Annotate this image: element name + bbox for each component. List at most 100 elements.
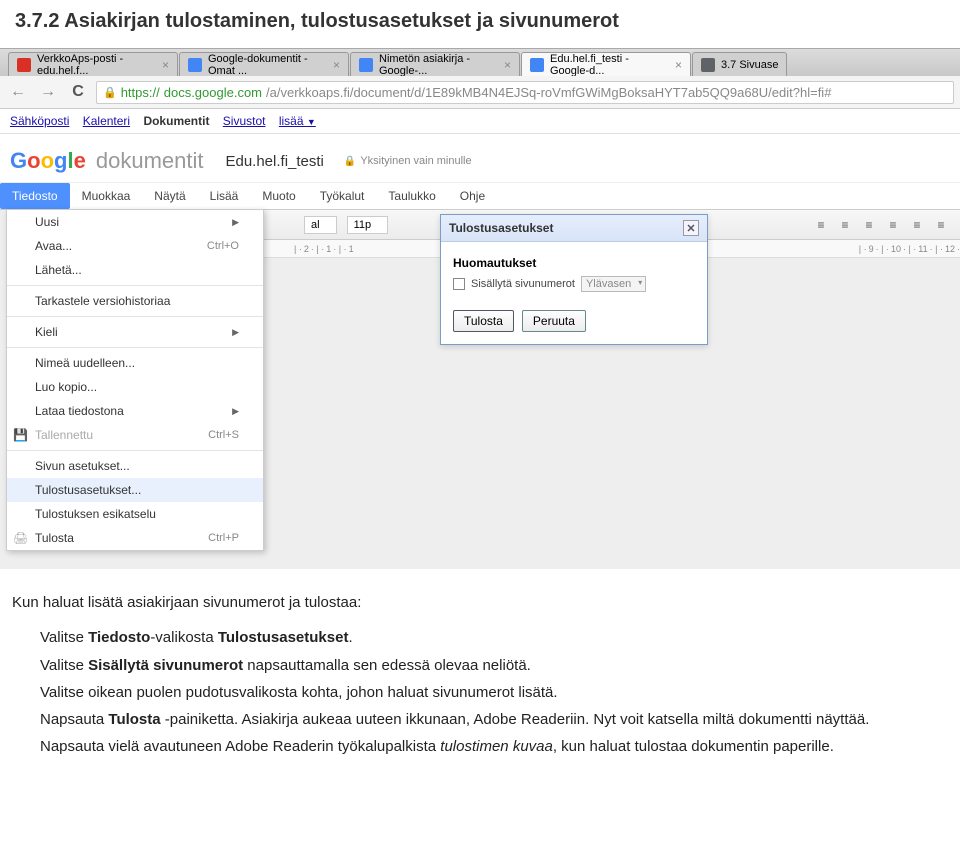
- menu-item-print-settings[interactable]: Tulostusasetukset...: [7, 478, 263, 502]
- page-icon: [701, 58, 715, 72]
- indent-decrease-icon[interactable]: ≡: [812, 217, 830, 233]
- gmail-icon: [17, 58, 31, 72]
- address-bar: ← → C 🔒 https:// docs.google.com/a/verkko…: [0, 76, 960, 109]
- tab-label: VerkkoAps-posti - edu.hel.f...: [37, 53, 156, 77]
- section-heading: 3.7.2 Asiakirjan tulostaminen, tulostusa…: [0, 0, 960, 48]
- chevron-right-icon: ▶: [232, 406, 239, 417]
- tab-label: 3.7 Sivuase: [721, 59, 778, 71]
- link-calendar[interactable]: Kalenteri: [83, 114, 130, 128]
- browser-tabbar: VerkkoAps-posti - edu.hel.f... × Google-d…: [0, 49, 960, 76]
- gdocs-icon: [530, 58, 544, 72]
- menu-item-send[interactable]: Lähetä...: [7, 258, 263, 282]
- menu-item-history[interactable]: Tarkastele versiohistoriaa: [7, 289, 263, 313]
- app-links: Sähköposti Kalenteri Dokumentit Sivustot…: [0, 109, 960, 134]
- menu-item-print-preview[interactable]: Tulostuksen esikatselu: [7, 502, 263, 526]
- lock-icon: 🔒: [103, 86, 117, 99]
- url-host: docs.google.com: [164, 85, 262, 100]
- print-button[interactable]: Tulosta: [453, 310, 514, 332]
- privacy-label: Yksityinen vain minulle: [360, 155, 471, 167]
- shortcut-label: Ctrl+O: [207, 240, 239, 252]
- save-icon: 💾: [13, 428, 28, 442]
- document-title[interactable]: Edu.hel.fi_testi: [225, 153, 323, 170]
- print-settings-dialog: Tulostusasetukset ✕ Huomautukset Sisälly…: [440, 214, 708, 345]
- back-button[interactable]: ←: [6, 80, 30, 104]
- list-item: 2.Valitse Sisällytä sivunumerot napsautt…: [12, 654, 948, 677]
- url-path: /a/verkkoaps.fi/document/d/1E89kMB4N4EJS…: [266, 85, 831, 100]
- menu-item-download[interactable]: Lataa tiedostona▶: [7, 399, 263, 423]
- google-logo: Google: [10, 148, 86, 174]
- menu-item-language[interactable]: Kieli▶: [7, 320, 263, 344]
- app-name: dokumentit: [96, 148, 204, 174]
- menu-separator: [7, 450, 263, 451]
- browser-tab-active[interactable]: Edu.hel.fi_testi - Google-d... ×: [521, 52, 691, 76]
- align-left-icon[interactable]: ≡: [860, 217, 878, 233]
- menu-file[interactable]: Tiedosto: [0, 183, 70, 209]
- browser-tab[interactable]: Google-dokumentit - Omat ... ×: [179, 52, 349, 76]
- style-select[interactable]: al: [304, 216, 337, 234]
- dialog-section-label: Huomautukset: [453, 256, 695, 270]
- browser-tab[interactable]: 3.7 Sivuase: [692, 52, 787, 76]
- browser-tab[interactable]: Nimetön asiakirja - Google-...×: [350, 52, 520, 76]
- list-item: 3.Valitse oikean puolen pudotusvalikosta…: [12, 681, 948, 704]
- close-icon[interactable]: ×: [333, 58, 340, 72]
- menubar: Tiedosto Muokkaa Näytä Lisää Muoto Työka…: [0, 182, 960, 209]
- lock-icon: 🔒: [344, 156, 356, 167]
- dialog-title: Tulostusasetukset: [449, 221, 553, 235]
- file-menu-dropdown: Uusi▶ Avaa...Ctrl+O Lähetä... Tarkastele…: [6, 209, 264, 551]
- menu-format[interactable]: Muoto: [250, 183, 307, 209]
- menu-item-new[interactable]: Uusi▶: [7, 210, 263, 234]
- list-item: 5.Napsauta vielä avautuneen Adobe Reader…: [12, 735, 948, 758]
- align-right-icon[interactable]: ≡: [908, 217, 926, 233]
- menu-item-page-setup[interactable]: Sivun asetukset...: [7, 454, 263, 478]
- fontsize-select[interactable]: 11p: [347, 216, 389, 234]
- tab-label: Google-dokumentit - Omat ...: [208, 53, 327, 77]
- shortcut-label: Ctrl+P: [208, 532, 239, 544]
- browser-window: VerkkoAps-posti - edu.hel.f... × Google-d…: [0, 48, 960, 569]
- checkbox-label: Sisällytä sivunumerot: [471, 278, 575, 290]
- instructions-text: Kun haluat lisätä asiakirjaan sivunumero…: [0, 569, 960, 783]
- link-sites[interactable]: Sivustot: [223, 114, 266, 128]
- menu-help[interactable]: Ohje: [448, 183, 497, 209]
- align-center-icon[interactable]: ≡: [884, 217, 902, 233]
- include-pages-checkbox[interactable]: [453, 278, 465, 290]
- menu-insert[interactable]: Lisää: [198, 183, 251, 209]
- tab-label: Edu.hel.fi_testi - Google-d...: [550, 53, 669, 77]
- close-icon[interactable]: ×: [504, 58, 511, 72]
- privacy-indicator[interactable]: 🔒 Yksityinen vain minulle: [344, 155, 472, 167]
- doc-header: Google dokumentit Edu.hel.fi_testi 🔒 Yks…: [0, 134, 960, 182]
- close-icon[interactable]: ×: [162, 58, 169, 72]
- align-justify-icon[interactable]: ≡: [932, 217, 950, 233]
- link-more[interactable]: lisää ▼: [279, 114, 316, 128]
- forward-button[interactable]: →: [36, 80, 60, 104]
- cancel-button[interactable]: Peruuta: [522, 310, 586, 332]
- close-button[interactable]: ✕: [683, 220, 699, 236]
- link-mail[interactable]: Sähköposti: [10, 114, 69, 128]
- menu-view[interactable]: Näytä: [142, 183, 197, 209]
- menu-tools[interactable]: Työkalut: [308, 183, 377, 209]
- position-select[interactable]: Ylävasen: [581, 276, 646, 292]
- printer-icon: 🖨: [13, 531, 28, 545]
- chevron-down-icon: ▼: [307, 117, 316, 127]
- menu-item-rename[interactable]: Nimeä uudelleen...: [7, 351, 263, 375]
- close-icon[interactable]: ×: [675, 58, 682, 72]
- chevron-right-icon: ▶: [232, 327, 239, 338]
- menu-table[interactable]: Taulukko: [376, 183, 447, 209]
- menu-item-open[interactable]: Avaa...Ctrl+O: [7, 234, 263, 258]
- link-docs[interactable]: Dokumentit: [143, 114, 209, 128]
- gdocs-icon: [359, 58, 373, 72]
- chevron-right-icon: ▶: [232, 217, 239, 228]
- reload-button[interactable]: C: [66, 80, 90, 104]
- browser-tab[interactable]: VerkkoAps-posti - edu.hel.f... ×: [8, 52, 178, 76]
- menu-item-copy[interactable]: Luo kopio...: [7, 375, 263, 399]
- url-scheme: https://: [121, 85, 160, 100]
- menu-edit[interactable]: Muokkaa: [70, 183, 143, 209]
- menu-item-print[interactable]: 🖨TulostaCtrl+P: [7, 526, 263, 550]
- indent-increase-icon[interactable]: ≡: [836, 217, 854, 233]
- ruler-mark: | · 9 · | · 10 · | · 11 · | · 12 ·: [859, 244, 960, 254]
- dialog-titlebar: Tulostusasetukset ✕: [441, 215, 707, 242]
- list-item: 1.Valitse Tiedosto-valikosta Tulostusase…: [12, 626, 948, 649]
- url-input[interactable]: 🔒 https:// docs.google.com/a/verkkoaps.fi…: [96, 81, 954, 104]
- gdocs-icon: [188, 58, 202, 72]
- menu-item-saved: 💾TallennettuCtrl+S: [7, 423, 263, 447]
- menu-separator: [7, 347, 263, 348]
